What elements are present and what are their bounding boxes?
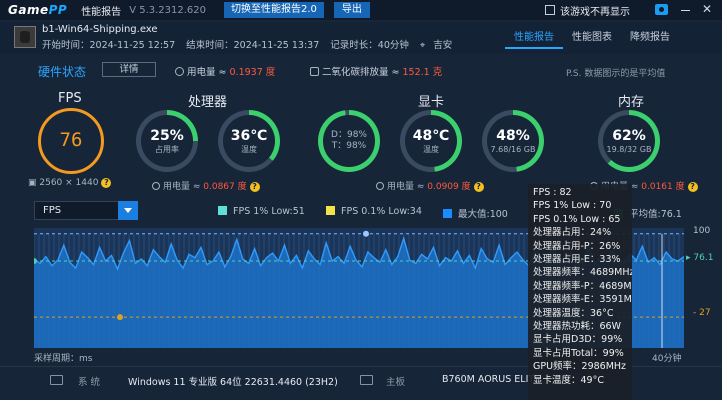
- tooltip-line: 处理器占用：24%: [533, 227, 612, 239]
- fps-value: 76: [59, 129, 83, 151]
- gpu-temp-gauge: 48℃ 温度: [400, 110, 462, 172]
- windows-icon: [50, 375, 63, 385]
- tooltip-line: 处理器占用-P：26%: [533, 240, 621, 252]
- gpu-memory-gauge: 48% 7.68/16 GB: [482, 110, 544, 172]
- chevron-down-icon[interactable]: [118, 201, 138, 220]
- tooltip-line: 处理器频率-E：3591MHz: [533, 294, 632, 306]
- fps-gauge: 76: [38, 108, 104, 174]
- details-button[interactable]: 详情: [102, 62, 156, 77]
- monitor-icon: ▣: [28, 178, 40, 188]
- help-icon[interactable]: ?: [101, 178, 112, 188]
- tooltip-line: GPU频率：2986MHz: [533, 361, 627, 373]
- tooltip-line: 处理器占用-E：33%: [533, 254, 621, 266]
- help-icon[interactable]: ?: [249, 182, 260, 192]
- minimize-icon[interactable]: [681, 10, 690, 11]
- power-icon: [175, 67, 184, 76]
- tooltip-line: 处理器温度：36°C: [533, 307, 614, 319]
- close-icon[interactable]: ✕: [702, 2, 712, 16]
- tooltip-line: 显卡温度：49°C: [533, 374, 604, 386]
- y-label-low: - 27: [693, 308, 711, 318]
- os-value: Windows 11 专业版 64位 22631.4460 (23H2): [128, 377, 338, 388]
- dont-show-checkbox[interactable]: [545, 5, 555, 15]
- resolution: ▣ 2560 × 1440?: [28, 178, 112, 188]
- tab-throttle-report[interactable]: 降频报告: [621, 28, 679, 49]
- tooltip-line: 显卡占用Total：99%: [533, 347, 624, 359]
- location: 吉安: [433, 40, 453, 51]
- tab-performance-chart[interactable]: 性能图表: [563, 28, 621, 49]
- performance-report-window: GamePP 性能报告 V 5.3.2312.620 切换至性能报告2.0 导出…: [0, 0, 722, 400]
- legend-01pct-low: FPS 0.1% Low:34: [326, 206, 422, 217]
- chart-duration: 40分钟: [652, 354, 682, 364]
- dont-show-label[interactable]: 该游戏不再显示: [560, 3, 630, 18]
- legend-1pct-low: FPS 1% Low:51: [218, 206, 305, 217]
- legend-swatch: [443, 209, 452, 218]
- gpu-load-gauge: D：98% T：98%: [318, 110, 380, 172]
- tooltip-line: 处理器频率：4689MHz: [533, 267, 632, 279]
- board-key: 主板: [386, 377, 406, 388]
- legend-swatch: [218, 206, 227, 215]
- ram-gauge: 62% 19.8/32 GB: [598, 110, 660, 172]
- tooltip-line: FPS : 82: [533, 187, 572, 198]
- gpu-power: 用电量 ≈ 0.0909 度?: [376, 179, 484, 192]
- report-tabs: 性能报告 性能图表 降频报告: [505, 28, 679, 49]
- exe-name: b1-Win64-Shipping.exe: [42, 24, 158, 35]
- cpu-power: 用电量 ≈ 0.0867 度?: [152, 179, 260, 192]
- fps-label: FPS: [58, 91, 82, 106]
- co2-emission: 二氧化碳排放量 ≈ 152.1 克: [310, 64, 442, 78]
- power-icon: [376, 182, 384, 190]
- y-label-avg: ▸ 76.1: [686, 253, 714, 263]
- low-marker: [117, 314, 123, 321]
- start-time: 开始时间：2024-11-25 12:57: [42, 40, 176, 51]
- window-title: 性能报告: [81, 6, 122, 18]
- tab-performance-report[interactable]: 性能报告: [505, 28, 563, 49]
- tooltip-line: FPS 1% Low : 70: [533, 200, 612, 212]
- help-icon[interactable]: ?: [473, 182, 484, 192]
- y-label-max: 100: [693, 226, 711, 236]
- camera-icon[interactable]: [655, 4, 668, 15]
- cpu-temp-gauge: 36℃ 温度: [218, 110, 280, 172]
- tooltip-line: 处理器频率-P：4689MHz: [533, 280, 632, 292]
- switch-report-button[interactable]: 切换至性能报告2.0: [224, 2, 324, 18]
- chart-tooltip: FPS : 82 FPS 1% Low : 70 FPS 0.1% Low : 65…: [528, 184, 632, 400]
- gamepp-logo: GamePP: [8, 3, 68, 17]
- record-duration: 记录时长：40分钟: [330, 40, 409, 51]
- game-icon: [14, 26, 36, 48]
- legend-swatch: [326, 206, 335, 215]
- motherboard-icon: [360, 375, 373, 385]
- help-icon[interactable]: ?: [687, 182, 698, 192]
- export-button[interactable]: 导出: [333, 2, 370, 18]
- gpu-label: 显卡: [418, 95, 445, 110]
- power-icon: [152, 182, 160, 190]
- tooltip-line: FPS 0.1% Low : 65: [533, 213, 621, 225]
- legend-max: 最大值:100: [443, 206, 508, 220]
- tooltip-line: 处理器热功耗：66W: [533, 321, 621, 333]
- average-note: P.S. 数据图示的是平均值: [566, 69, 666, 79]
- version-label: V 5.3.2312.620: [129, 4, 207, 16]
- board-value: B760M AORUS ELITE: [442, 374, 541, 385]
- hardware-status-title: 硬件状态: [38, 65, 87, 79]
- total-power: 用电量 ≈ 0.1937 度: [175, 64, 275, 78]
- tooltip-line: 显卡占用D3D：99%: [533, 334, 623, 346]
- co2-icon: [310, 67, 319, 76]
- end-time: 结束时间：2024-11-25 13:37: [186, 40, 320, 51]
- os-key: 系 统: [78, 377, 101, 388]
- location-pin-icon: ⌖: [419, 40, 426, 51]
- session-times: 开始时间：2024-11-25 12:57 结束时间：2024-11-25 13…: [42, 37, 460, 51]
- cpu-label: 处理器: [188, 95, 228, 110]
- sample-period: 采样周期：ms: [34, 354, 93, 364]
- cpu-usage-gauge: 25% 占用率: [136, 110, 198, 172]
- max-marker: [363, 230, 369, 237]
- ram-label: 内存: [618, 95, 645, 110]
